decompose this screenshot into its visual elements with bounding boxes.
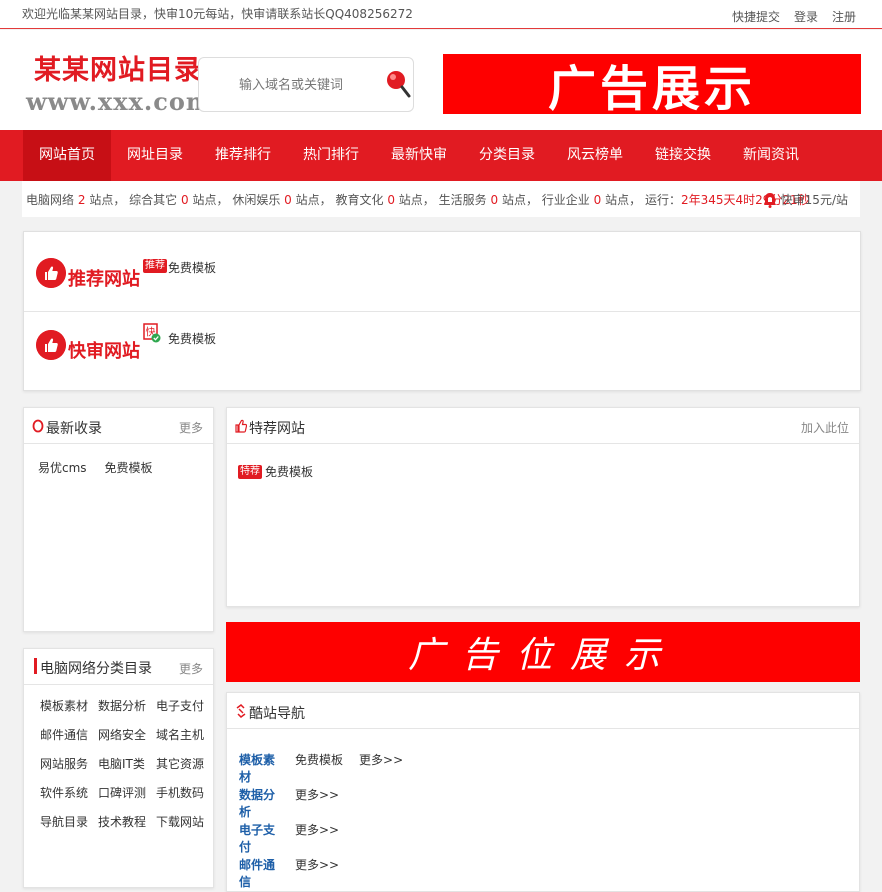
category-item[interactable]: 数据分析: [98, 697, 156, 714]
category-panel: 电脑网络分类目录 更多 模板素材 数据分析 电子支付 邮件通信 网络安全 域名主…: [23, 648, 214, 888]
category-item[interactable]: 技术教程: [98, 813, 156, 830]
featured-badge: 特荐: [238, 464, 262, 479]
fast-row: 快审网站 快 免费模板: [24, 312, 860, 392]
nav-item-charts[interactable]: 风云榜单: [551, 130, 639, 181]
category-item[interactable]: 域名主机: [156, 726, 214, 743]
list-item[interactable]: 易优cms: [38, 459, 87, 476]
newest-list: 易优cms 免费模板: [38, 459, 153, 476]
category-item[interactable]: 电子支付: [156, 697, 214, 714]
welcome-text: 欢迎光临某某网站目录，快审10元每站，快审请联系站长QQ408256272: [22, 7, 413, 21]
cool-nav-row: 电子支付 更多>>: [239, 821, 403, 856]
cool-nav-category[interactable]: 电子支付: [239, 821, 279, 856]
cool-nav-category[interactable]: 模板素材: [239, 751, 279, 786]
cool-nav-more-link[interactable]: 更多>>: [295, 821, 339, 856]
fast-review-info[interactable]: 快审15元/站: [763, 191, 848, 208]
top-bar: 欢迎光临某某网站目录，快审10元每站，快审请联系站长QQ408256272 快捷…: [0, 0, 882, 29]
nav-item-latest-fast[interactable]: 最新快审: [375, 130, 463, 181]
panel-header: 最新收录 更多: [24, 408, 213, 444]
recommend-box: 推荐网站 推荐 免费模板 快审网站 快 免费模板: [23, 231, 861, 391]
cool-nav-row: 数据分析 更多>>: [239, 786, 403, 821]
site-logo-title[interactable]: 某某网站目录: [34, 48, 202, 87]
site-logo-url[interactable]: www.xxx.com: [26, 87, 212, 116]
register-link[interactable]: 注册: [832, 8, 856, 25]
panel-header: 电脑网络分类目录 更多: [24, 649, 213, 685]
category-item[interactable]: 网络安全: [98, 726, 156, 743]
recommend-link[interactable]: 免费模板: [168, 259, 216, 276]
featured-title: 特荐网站: [249, 421, 305, 437]
cool-nav-more-link[interactable]: 更多>>: [295, 786, 339, 821]
newest-title: 最新收录: [46, 421, 102, 437]
cool-nav-row: 模板素材 免费模板 更多>>: [239, 751, 403, 786]
thumbs-up-icon: [36, 258, 66, 288]
nav-item-directory[interactable]: 网址目录: [111, 130, 199, 181]
recommend-row: 推荐网站 推荐 免费模板: [24, 232, 860, 312]
nav-item-recommend-rank[interactable]: 推荐排行: [199, 130, 287, 181]
nav-item-home[interactable]: 网站首页: [23, 130, 111, 181]
category-item[interactable]: 口碑评测: [98, 784, 156, 801]
featured-join-link[interactable]: 加入此位: [801, 419, 849, 436]
category-grid: 模板素材 数据分析 电子支付 邮件通信 网络安全 域名主机 网站服务 电脑IT类…: [40, 697, 214, 830]
category-item[interactable]: 下载网站: [156, 813, 214, 830]
category-item[interactable]: 软件系统: [40, 784, 98, 801]
search-box: [198, 57, 414, 112]
category-title: 电脑网络分类目录: [40, 661, 152, 677]
recommend-badge: 推荐: [143, 259, 167, 273]
list-item[interactable]: 免费模板: [105, 459, 153, 476]
search-input[interactable]: [211, 72, 371, 98]
middle-ad-banner[interactable]: 广告位展示: [226, 622, 860, 682]
category-more-link[interactable]: 更多: [179, 660, 203, 677]
category-item[interactable]: 其它资源: [156, 755, 214, 772]
nav-item-link-exchange[interactable]: 链接交换: [639, 130, 727, 181]
panel-header: 酷站导航: [227, 693, 859, 729]
login-link[interactable]: 登录: [794, 8, 818, 25]
recommend-title: 推荐网站: [68, 269, 140, 290]
fast-link[interactable]: 免费模板: [168, 330, 216, 347]
quick-submit-link[interactable]: 快捷提交: [732, 8, 780, 25]
category-item[interactable]: 模板素材: [40, 697, 98, 714]
newest-panel: 最新收录 更多 易优cms 免费模板: [23, 407, 214, 632]
list-item: 特荐 免费模板: [238, 463, 313, 480]
cool-nav-category[interactable]: 数据分析: [239, 786, 279, 821]
circle-icon: [32, 419, 44, 433]
cool-nav-more-link[interactable]: 更多>>: [295, 856, 339, 891]
nav-item-categories[interactable]: 分类目录: [463, 130, 551, 181]
thumbs-up-icon: [36, 330, 66, 360]
nav-item-news[interactable]: 新闻资讯: [727, 130, 815, 181]
category-item[interactable]: 手机数码: [156, 784, 214, 801]
category-item[interactable]: 邮件通信: [40, 726, 98, 743]
featured-link[interactable]: 免费模板: [265, 463, 313, 480]
cool-nav-link[interactable]: 免费模板: [295, 751, 343, 786]
main-nav: 网站首页 网址目录 推荐排行 热门排行 最新快审 分类目录 风云榜单 链接交换 …: [0, 130, 882, 181]
search-icon[interactable]: [385, 68, 411, 100]
panel-header: 特荐网站 加入此位: [227, 408, 859, 444]
top-links: 快捷提交 登录 注册: [732, 8, 856, 25]
stats-bar: 电脑网络 2 站点， 综合其它 0 站点， 休闲娱乐 0 站点， 教育文化 0 …: [22, 181, 860, 217]
featured-panel: 特荐网站 加入此位 特荐 免费模板: [226, 407, 860, 607]
fast-check-icon: 快: [143, 323, 161, 343]
header: 某某网站目录 www.xxx.com 广告展示: [0, 30, 882, 130]
newest-more-link[interactable]: 更多: [179, 419, 203, 436]
category-item[interactable]: 网站服务: [40, 755, 98, 772]
header-ad-banner[interactable]: 广告展示: [443, 54, 861, 117]
category-item[interactable]: 导航目录: [40, 813, 98, 830]
cool-nav-rows: 模板素材 免费模板 更多>> 数据分析 更多>> 电子支付 更多>> 邮件通信 …: [239, 751, 403, 891]
cool-nav-more-link[interactable]: 更多>>: [359, 751, 403, 786]
cool-nav-title: 酷站导航: [249, 706, 305, 722]
cool-nav-panel: 酷站导航 模板素材 免费模板 更多>> 数据分析 更多>> 电子支付 更多>> …: [226, 692, 860, 892]
cool-nav-category[interactable]: 邮件通信: [239, 856, 279, 891]
title-accent-bar: [34, 658, 37, 674]
fast-title: 快审网站: [68, 341, 140, 362]
category-item[interactable]: 电脑IT类: [98, 755, 156, 772]
stats-text: 电脑网络 2 站点， 综合其它 0 站点， 休闲娱乐 0 站点， 教育文化 0 …: [26, 193, 810, 207]
bell-icon: [763, 192, 776, 208]
nav-item-hot-rank[interactable]: 热门排行: [287, 130, 375, 181]
thumbs-up-icon: [235, 419, 247, 433]
cool-nav-row: 邮件通信 更多>>: [239, 856, 403, 891]
link-icon: [236, 704, 246, 718]
